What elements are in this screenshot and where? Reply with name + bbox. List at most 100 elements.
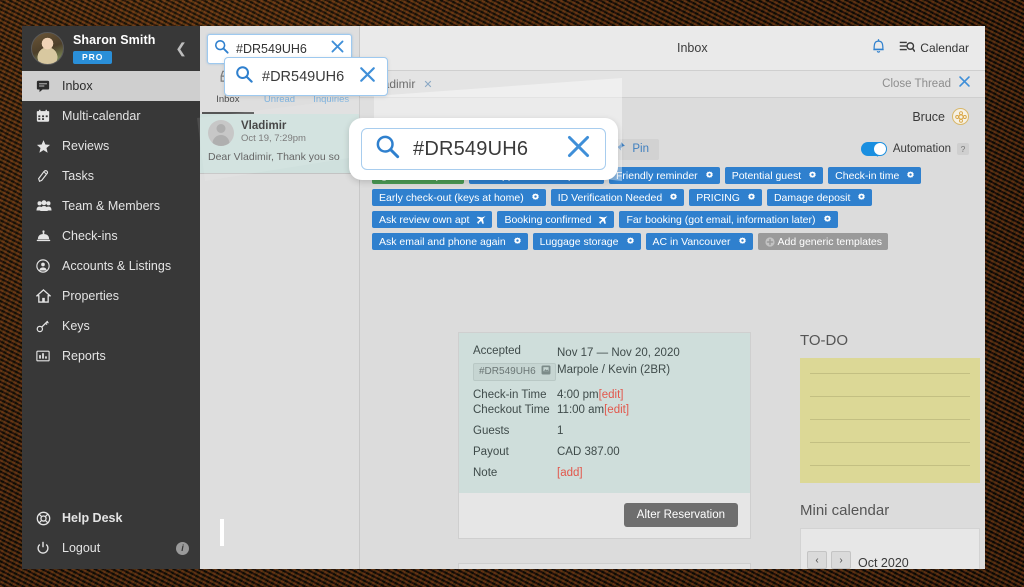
template-tag[interactable]: AC in Vancouver bbox=[645, 233, 753, 250]
automation-label: Automation bbox=[892, 143, 951, 155]
magnified-search-value: #DR549UH6 bbox=[413, 137, 529, 160]
close-icon bbox=[958, 75, 971, 93]
close-icon[interactable] bbox=[358, 65, 377, 89]
row-label: Note bbox=[473, 467, 498, 479]
list-item[interactable]: Vladimir Oct 19, 7:29pm Dear Vladimir, T… bbox=[200, 114, 359, 174]
template-tag-label: Damage deposit bbox=[773, 191, 851, 204]
chevron-left-icon[interactable]: ❮ bbox=[170, 40, 192, 57]
automation-toggle[interactable] bbox=[860, 142, 887, 156]
row-value: 11:00 am bbox=[557, 404, 605, 416]
bell-icon[interactable] bbox=[871, 38, 886, 59]
thread-name: Vladimir bbox=[241, 120, 287, 132]
gear-icon[interactable] bbox=[738, 237, 747, 246]
template-tag[interactable]: Luggage storage bbox=[532, 233, 641, 250]
todo-note[interactable] bbox=[800, 358, 980, 483]
template-tag[interactable]: ID Verification Needed bbox=[550, 189, 685, 206]
template-tag[interactable]: Ask email and phone again bbox=[372, 233, 528, 250]
search-input-magnified-source[interactable]: #DR549UH6 bbox=[224, 57, 388, 96]
gear-icon[interactable] bbox=[808, 171, 817, 180]
magnified-search-input[interactable]: #DR549UH6 bbox=[361, 128, 606, 170]
template-tag-label: PRICING bbox=[696, 191, 740, 204]
avatar bbox=[31, 32, 64, 65]
gear-icon[interactable] bbox=[747, 193, 756, 202]
reservation-row: Checkout Time 11:00 am [edit] bbox=[473, 404, 736, 416]
sidebar-item-tasks[interactable]: Tasks bbox=[22, 161, 200, 191]
sidebar-item-label: Multi-calendar bbox=[62, 109, 141, 123]
edit-link[interactable]: [edit] bbox=[599, 389, 624, 401]
reservation-card: Accepted #DR549UH6 Nov 17 — Nov 20, 2020… bbox=[458, 332, 751, 539]
gear-icon[interactable] bbox=[857, 193, 866, 202]
sidebar-item-accounts-listings[interactable]: Accounts & Listings bbox=[22, 251, 200, 281]
reservation-row: Check-in Time 4:00 pm [edit] bbox=[473, 389, 736, 401]
sidebar-item-logout[interactable]: Logout i bbox=[22, 533, 200, 563]
template-tag[interactable]: Check-in time bbox=[828, 167, 922, 184]
template-tag[interactable]: Early check-out (keys at home) bbox=[372, 189, 546, 206]
profile-text: Sharon Smith PRO bbox=[73, 33, 170, 65]
star-icon bbox=[36, 139, 62, 154]
gear-icon[interactable] bbox=[626, 237, 635, 246]
sidebar-item-help-desk[interactable]: Help Desk bbox=[22, 503, 200, 533]
copy-icon[interactable] bbox=[541, 365, 551, 378]
close-icon[interactable] bbox=[565, 133, 592, 165]
chevron-left-icon[interactable]: ‹ bbox=[807, 551, 827, 569]
template-tag[interactable]: Ask review own apt bbox=[372, 211, 493, 228]
template-tag[interactable]: Booking confirmed bbox=[497, 211, 615, 228]
edit-link[interactable]: [edit] bbox=[604, 404, 629, 416]
info-icon[interactable]: i bbox=[176, 541, 189, 555]
check-icon bbox=[874, 145, 883, 163]
add-note-link[interactable]: [add] bbox=[557, 467, 583, 479]
close-icon[interactable]: ✕ bbox=[423, 78, 432, 91]
reservation-code-chip[interactable]: #DR549UH6 bbox=[473, 363, 556, 381]
avatar bbox=[208, 120, 234, 146]
sidebar-item-reports[interactable]: Reports bbox=[22, 341, 200, 371]
sidebar-item-properties[interactable]: Properties bbox=[22, 281, 200, 311]
reservation-row: Guests 1 bbox=[473, 425, 736, 437]
search-icon bbox=[214, 39, 229, 59]
template-tag[interactable]: Far booking (got email, information late… bbox=[619, 211, 838, 228]
template-tag-label: Far booking (got email, information late… bbox=[626, 213, 816, 226]
tasks-icon bbox=[36, 169, 62, 183]
calendar-search-icon bbox=[899, 40, 916, 57]
reservation-header: Accepted #DR549UH6 Nov 17 — Nov 20, 2020… bbox=[473, 345, 736, 381]
profile-header[interactable]: Sharon Smith PRO ❮ bbox=[22, 26, 200, 71]
gear-icon[interactable] bbox=[531, 193, 540, 202]
question-icon[interactable]: ? bbox=[957, 143, 969, 155]
chat-icon bbox=[36, 79, 62, 93]
mini-calendar-title: Mini calendar bbox=[800, 502, 890, 519]
gear-icon[interactable] bbox=[669, 193, 678, 202]
gear-icon[interactable] bbox=[513, 237, 522, 246]
flower-avatar-icon[interactable] bbox=[952, 108, 969, 125]
add-generic-templates-button[interactable]: Add generic templates bbox=[757, 233, 888, 250]
template-tag[interactable]: Potential guest bbox=[724, 167, 824, 184]
sidebar-item-label: Keys bbox=[62, 319, 90, 333]
template-tag[interactable]: PRICING bbox=[689, 189, 762, 206]
sidebar-item-multi-calendar[interactable]: Multi-calendar bbox=[22, 101, 200, 131]
plane-icon[interactable] bbox=[598, 215, 608, 225]
alter-reservation-button[interactable]: Alter Reservation bbox=[623, 503, 738, 527]
template-tag-label: Ask review own apt bbox=[379, 213, 470, 226]
profile-name: Sharon Smith bbox=[73, 32, 156, 47]
sidebar-item-keys[interactable]: Keys bbox=[22, 311, 200, 341]
calendar-button[interactable]: Calendar bbox=[899, 40, 969, 57]
sidebar-item-inbox[interactable]: Inbox bbox=[22, 71, 200, 101]
sidebar-item-reviews[interactable]: Reviews bbox=[22, 131, 200, 161]
thread-header: Vladimir Oct 19, 7:29pm bbox=[208, 120, 351, 146]
gear-icon[interactable] bbox=[705, 171, 714, 180]
chevron-right-icon[interactable]: › bbox=[831, 551, 851, 569]
sidebar: Sharon Smith PRO ❮ Inbox Multi-calendar bbox=[22, 26, 200, 569]
template-tag-label: Potential guest bbox=[731, 169, 802, 182]
topbar-actions: Calendar bbox=[871, 38, 969, 59]
note-line bbox=[810, 442, 970, 443]
template-tag[interactable]: Friendly reminder bbox=[608, 167, 720, 184]
gear-icon[interactable] bbox=[906, 171, 915, 180]
plane-icon[interactable] bbox=[476, 215, 486, 225]
sidebar-item-team-members[interactable]: Team & Members bbox=[22, 191, 200, 221]
sidebar-item-check-ins[interactable]: Check-ins bbox=[22, 221, 200, 251]
scrollbar[interactable] bbox=[220, 519, 224, 546]
right-rail: TO-DO Mini calendar ‹ › Oct 2020 bbox=[800, 332, 980, 569]
gear-icon[interactable] bbox=[823, 215, 832, 224]
todo-title: TO-DO bbox=[800, 332, 849, 349]
close-icon[interactable] bbox=[330, 39, 345, 59]
template-tag[interactable]: Damage deposit bbox=[766, 189, 873, 206]
close-thread-button[interactable]: Close Thread bbox=[882, 75, 971, 93]
